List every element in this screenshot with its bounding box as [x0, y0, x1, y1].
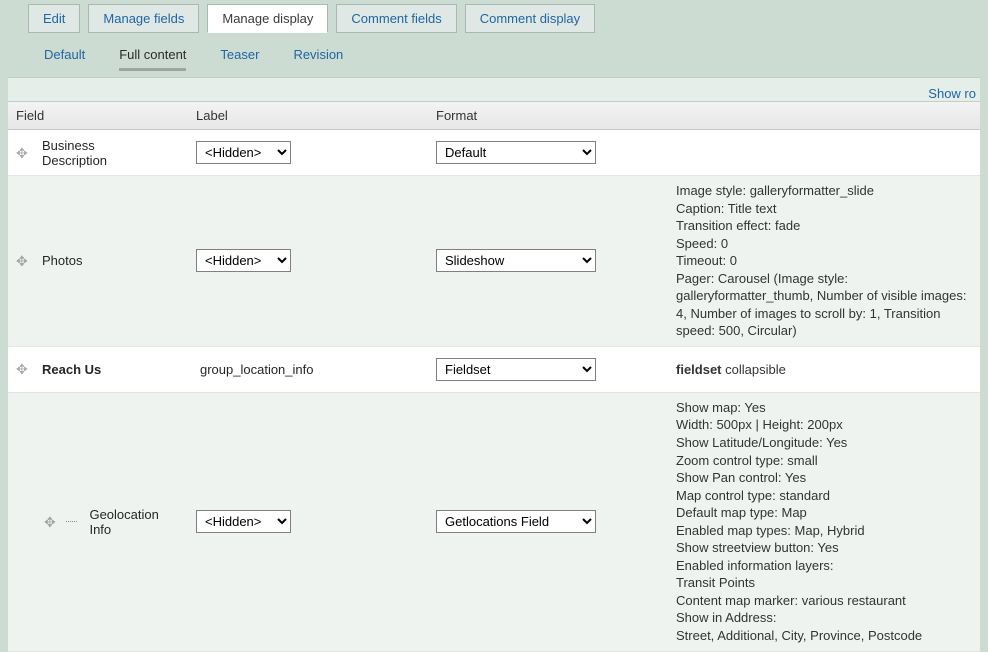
field-name: Photos	[42, 253, 82, 268]
col-header-summary	[668, 102, 980, 129]
show-row-weights-bar: Show ro	[8, 77, 980, 101]
field-name: Geolocation Info	[89, 507, 180, 537]
label-select[interactable]: <Hidden>	[196, 249, 291, 272]
tab-comment-display[interactable]: Comment display	[465, 4, 595, 33]
drag-handle-icon[interactable]	[16, 146, 30, 160]
format-select[interactable]: Slideshow	[436, 249, 596, 272]
col-header-label: Label	[188, 102, 428, 129]
label-select[interactable]: <Hidden>	[196, 510, 291, 533]
format-summary: fieldset collapsible	[668, 355, 980, 385]
table-row: Geolocation Info <Hidden> Getlocations F…	[8, 393, 980, 652]
subtab-revision[interactable]: Revision	[293, 47, 343, 68]
tab-edit[interactable]: Edit	[28, 4, 80, 33]
show-row-weights-link[interactable]: Show ro	[928, 86, 976, 101]
tab-comment-fields[interactable]: Comment fields	[336, 4, 456, 33]
format-summary: Show map: Yes Width: 500px | Height: 200…	[668, 393, 980, 651]
table-header: Field Label Format	[8, 102, 980, 130]
col-header-format: Format	[428, 102, 668, 129]
primary-tabs: Edit Manage fields Manage display Commen…	[28, 4, 980, 33]
table-row: Reach Us group_location_info Fieldset fi…	[8, 347, 980, 393]
table-row: Photos <Hidden> Slideshow Image style: g…	[8, 176, 980, 347]
format-select[interactable]: Fieldset	[436, 358, 596, 381]
subtab-full-content[interactable]: Full content	[119, 47, 186, 71]
subtab-teaser[interactable]: Teaser	[220, 47, 259, 68]
secondary-tabs: Default Full content Teaser Revision	[44, 47, 980, 71]
field-name: Business Description	[42, 138, 152, 168]
format-select[interactable]: Getlocations Field	[436, 510, 596, 533]
subtab-default[interactable]: Default	[44, 47, 85, 68]
drag-handle-icon[interactable]	[16, 254, 30, 268]
drag-handle-icon[interactable]	[44, 515, 58, 529]
page-root: Edit Manage fields Manage display Commen…	[0, 0, 988, 652]
table-row: Business Description <Hidden> Default	[8, 130, 980, 176]
field-name: Reach Us	[42, 362, 101, 377]
group-machine-name: group_location_info	[196, 362, 313, 377]
tab-manage-fields[interactable]: Manage fields	[88, 4, 199, 33]
indent-line	[66, 521, 77, 522]
format-select[interactable]: Default	[436, 141, 596, 164]
format-summary: Image style: galleryformatter_slide Capt…	[668, 176, 980, 346]
label-select[interactable]: <Hidden>	[196, 141, 291, 164]
display-table: Field Label Format Business Description …	[8, 101, 980, 652]
col-header-field: Field	[8, 102, 188, 129]
drag-handle-icon[interactable]	[16, 362, 30, 376]
tab-manage-display[interactable]: Manage display	[207, 4, 328, 33]
